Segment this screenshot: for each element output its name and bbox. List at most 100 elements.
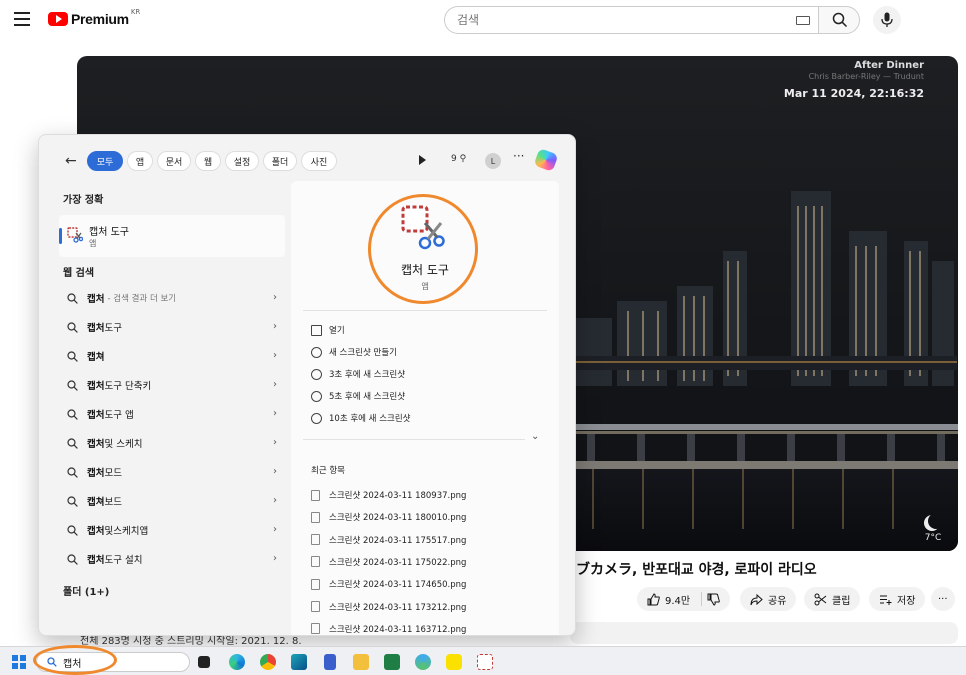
- recent-file-name: 스크린샷 2024-03-11 180010.png: [329, 513, 467, 524]
- app-globe-icon[interactable]: [415, 654, 431, 670]
- notepad-icon[interactable]: [324, 654, 336, 670]
- web-search-item[interactable]: 캡처 도구 ›: [67, 317, 277, 337]
- chrome-browser-icon[interactable]: [260, 654, 276, 670]
- recent-file-item[interactable]: 스크린샷 2024-03-11 175022.png: [311, 556, 466, 568]
- web-item-query-rest: 도구 앱: [104, 410, 134, 421]
- snipping-tool-taskbar-icon[interactable]: [477, 654, 493, 670]
- play-icon[interactable]: [419, 155, 426, 165]
- filter-folders[interactable]: 폴더: [263, 151, 297, 171]
- moon-icon: [928, 513, 944, 529]
- filter-documents[interactable]: 문서: [157, 151, 191, 171]
- youtube-play-icon: [48, 12, 68, 26]
- web-item-query-bold: 캡처: [87, 555, 105, 566]
- voice-search-button[interactable]: [873, 6, 901, 34]
- web-item-query-rest: 도구: [104, 323, 122, 334]
- avatar[interactable]: L: [485, 153, 501, 169]
- web-item-query-bold: 캡처: [87, 410, 105, 421]
- search-icon: [67, 495, 78, 507]
- copilot-icon[interactable]: [533, 148, 559, 172]
- recent-file-item[interactable]: 스크린샷 2024-03-11 180010.png: [311, 511, 466, 523]
- chevron-right-icon: ›: [273, 495, 277, 506]
- edge-browser-icon[interactable]: [229, 654, 245, 670]
- search-icon: [67, 466, 78, 478]
- save-button[interactable]: 저장: [869, 587, 926, 611]
- description-box[interactable]: [570, 622, 958, 644]
- file-icon: [311, 578, 320, 590]
- web-search-item[interactable]: 캡처 도구 앱 ›: [67, 404, 277, 424]
- hamburger-menu-icon[interactable]: [14, 12, 30, 26]
- excel-icon[interactable]: [384, 654, 400, 670]
- search-button[interactable]: [818, 6, 860, 34]
- youtube-logo[interactable]: Premium KR: [48, 8, 140, 28]
- task-view-icon[interactable]: [198, 656, 210, 668]
- folders-heading[interactable]: 폴더 (1+): [63, 583, 109, 598]
- app-icon[interactable]: [291, 654, 307, 670]
- thumbs-down-icon[interactable]: [707, 593, 720, 606]
- action-screenshot-5s[interactable]: 5초 후에 새 스크린샷: [311, 390, 405, 402]
- web-item-query-rest: 모드: [104, 468, 122, 479]
- recent-file-item[interactable]: 스크린샷 2024-03-11 163712.png: [311, 623, 466, 635]
- web-item-query-bold: 캡처: [87, 381, 105, 392]
- web-search-item[interactable]: 캡처 및 스케치 ›: [67, 433, 277, 453]
- web-item-query-rest: 및 스케치: [104, 439, 143, 450]
- timer-icon: [311, 412, 322, 424]
- recent-file-name: 스크린샷 2024-03-11 180937.png: [329, 491, 467, 501]
- file-explorer-icon[interactable]: [353, 654, 369, 670]
- web-search-item[interactable]: 캡쳐 ›: [67, 346, 277, 366]
- filter-settings[interactable]: 설정: [225, 151, 259, 171]
- best-match-item[interactable]: 캡처 도구 앱: [59, 215, 285, 257]
- filter-photos[interactable]: 사진: [301, 151, 337, 171]
- more-actions-button[interactable]: ···: [931, 587, 955, 611]
- web-search-item[interactable]: 캡처 도구 단축키 ›: [67, 375, 277, 395]
- action-new-screenshot[interactable]: 새 스크린샷 만들기: [311, 346, 397, 358]
- video-title: ブカメラ, 반포대교 야경, 로파이 라디오: [576, 562, 817, 578]
- kakaotalk-icon[interactable]: [446, 654, 462, 670]
- chevron-right-icon: ›: [273, 553, 277, 564]
- recent-file-item[interactable]: 스크린샷 2024-03-11 173212.png: [311, 601, 466, 613]
- action-open[interactable]: 열기: [311, 324, 345, 336]
- divider: [303, 439, 525, 440]
- web-search-item[interactable]: 캡처 및스케치앱 ›: [67, 520, 277, 540]
- filter-web[interactable]: 웹: [195, 151, 221, 171]
- clip-button[interactable]: 클립: [804, 587, 861, 611]
- search-input[interactable]: [457, 13, 777, 27]
- youtube-header: Premium KR: [0, 0, 966, 40]
- share-button[interactable]: 공유: [740, 587, 797, 611]
- action-screenshot-3s[interactable]: 3초 후에 새 스크린샷: [311, 368, 405, 380]
- action-screenshot-10s[interactable]: 10초 후에 새 스크린샷: [311, 412, 410, 424]
- filter-apps[interactable]: 앱: [127, 151, 153, 171]
- web-search-item[interactable]: 캡쳐 보드 ›: [67, 491, 277, 511]
- action-new-screenshot-label: 새 스크린샷 만들기: [329, 348, 397, 358]
- web-item-query-rest: 도구 설치: [104, 555, 143, 566]
- chevron-right-icon: ›: [273, 379, 277, 390]
- rewards-points[interactable]: 9 ⚲: [451, 154, 466, 164]
- search-icon: [67, 379, 78, 391]
- scissors-icon: [814, 593, 827, 605]
- search-icon: [67, 524, 78, 536]
- like-button[interactable]: 9.4만: [637, 587, 731, 611]
- search-box[interactable]: [444, 6, 818, 34]
- rewards-icon: ⚲: [459, 154, 467, 164]
- track-artist: Chris Barber-Riley — Trudunt: [808, 72, 924, 81]
- search-icon: [67, 321, 78, 333]
- back-arrow-icon[interactable]: ←: [65, 153, 77, 169]
- share-icon: [750, 593, 763, 605]
- recent-file-item[interactable]: 스크린샷 2024-03-11 180937.png: [311, 489, 466, 501]
- chevron-right-icon: ›: [273, 292, 277, 303]
- web-search-item[interactable]: 캡처 모드 ›: [67, 462, 277, 482]
- brand-label: Premium: [71, 11, 129, 27]
- recent-file-name: 스크린샷 2024-03-11 173212.png: [329, 602, 467, 613]
- web-search-item[interactable]: 캡처 - 검색 결과 더 보기 ›: [67, 288, 277, 308]
- recent-file-item[interactable]: 스크린샷 2024-03-11 174650.png: [311, 578, 466, 590]
- more-options-icon[interactable]: ···: [513, 149, 524, 163]
- keyboard-icon[interactable]: [796, 16, 810, 25]
- recent-file-item[interactable]: 스크린샷 2024-03-11 175517.png: [311, 534, 466, 546]
- filter-all[interactable]: 모두: [87, 151, 123, 171]
- annotation-circle-search: [33, 645, 117, 675]
- web-search-item[interactable]: 캡처 도구 설치 ›: [67, 549, 277, 569]
- open-icon: [311, 324, 322, 336]
- best-match-kind: 앱: [89, 239, 97, 248]
- windows-start-icon[interactable]: [12, 655, 26, 669]
- video-overlay-info: After Dinner Chris Barber-Riley — Trudun…: [784, 60, 924, 100]
- chevron-down-icon[interactable]: ⌄: [531, 431, 539, 442]
